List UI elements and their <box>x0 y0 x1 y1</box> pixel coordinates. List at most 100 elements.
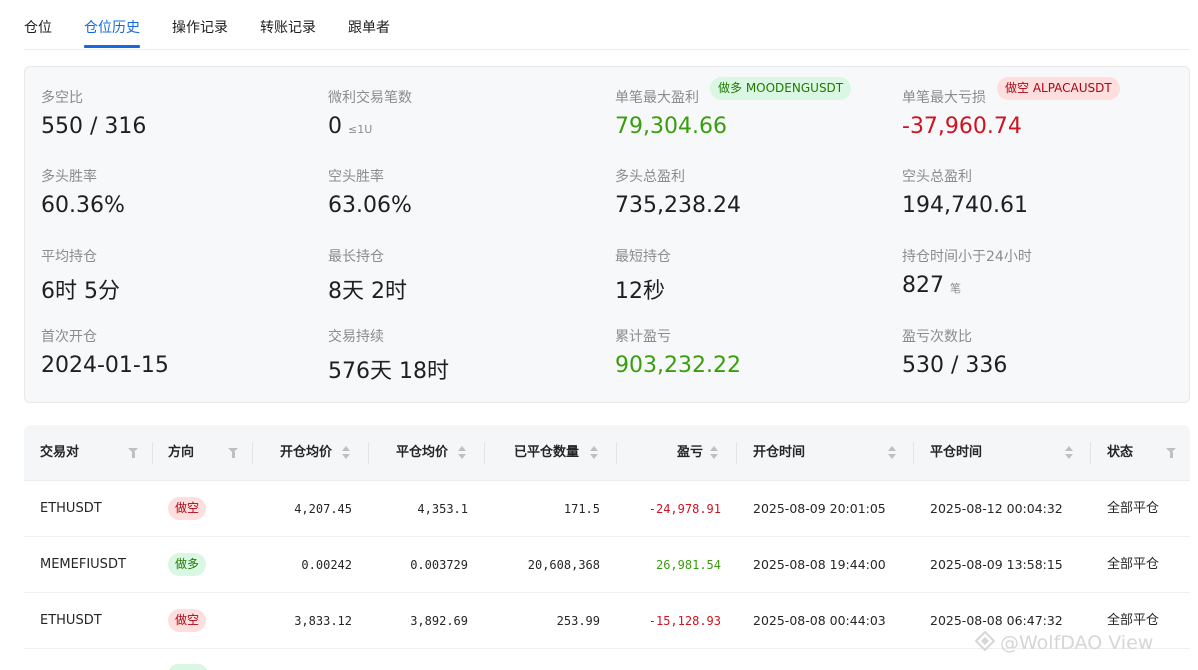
watermark-logo-icon <box>974 630 996 657</box>
table-row[interactable]: MEMEFIUSDT 做多 0.00242 0.003729 20,608,36… <box>24 537 1190 593</box>
stat-label: 累计盈亏 <box>615 329 671 345</box>
column-header-direction[interactable]: 方向 <box>168 425 194 481</box>
column-header-status[interactable]: 状态 <box>1107 425 1133 481</box>
column-header-close-avg[interactable]: 平仓均价 <box>396 425 448 481</box>
active-tab-indicator <box>84 45 140 48</box>
stat-label: 交易持续 <box>328 329 384 345</box>
column-header-closed-qty[interactable]: 已平仓数量 <box>514 425 579 481</box>
stat-number: 0 <box>328 114 342 139</box>
cell-close-time: 2025-08-12 00:04:32 <box>930 501 1063 516</box>
column-divider <box>368 442 369 464</box>
tab-followers[interactable]: 跟单者 <box>348 17 390 37</box>
column-header-close-time[interactable]: 平仓时间 <box>930 425 982 481</box>
stat-suffix: ≤1U <box>348 123 373 136</box>
column-header-pnl[interactable]: 盈亏 <box>677 425 703 481</box>
column-header-open-time[interactable]: 开仓时间 <box>753 425 805 481</box>
sort-icon[interactable] <box>888 446 896 460</box>
stat-label: 单笔最大亏损 <box>902 90 986 106</box>
cell-close-avg: 3,892.69 <box>410 614 468 628</box>
stat-value: 2024-01-15 <box>41 353 169 378</box>
filter-icon[interactable] <box>228 448 239 458</box>
stat-suffix: 笔 <box>950 282 961 295</box>
cell-close-avg: 0.003729 <box>410 558 468 572</box>
cell-closed-qty: 253.99 <box>556 614 600 628</box>
stat-label: 首次开仓 <box>41 329 97 345</box>
stat-value: 530 / 336 <box>902 353 1008 378</box>
column-divider <box>1090 442 1091 464</box>
column-divider <box>152 442 153 464</box>
column-divider <box>736 442 737 464</box>
column-divider <box>616 442 617 464</box>
stat-value: 8天 2时 <box>328 279 407 304</box>
cell-pnl: 26,981.54 <box>655 558 721 572</box>
cell-pnl: -24,978.91 <box>648 502 721 516</box>
stat-label: 最长持仓 <box>328 249 384 265</box>
column-divider <box>913 442 914 464</box>
stat-value: 194,740.61 <box>902 193 1028 218</box>
stat-value: 550 / 316 <box>41 114 147 139</box>
max-loss-tag: 做空 ALPACAUSDT <box>997 77 1120 100</box>
direction-tag: 做空 <box>168 497 207 520</box>
direction-tag-partial <box>168 664 208 670</box>
cell-open-time: 2025-08-09 20:01:05 <box>753 501 886 516</box>
sort-icon[interactable] <box>1065 446 1073 460</box>
cell-pair: ETHUSDT <box>40 501 102 516</box>
stat-value: 0 ≤1U <box>328 114 372 139</box>
stat-label: 微利交易笔数 <box>328 90 412 106</box>
sort-icon[interactable] <box>342 446 350 460</box>
max-profit-tag: 做多 MOODENGUSDT <box>710 77 852 100</box>
stat-label: 多头总盈利 <box>615 169 685 185</box>
stat-label: 单笔最大盈利 <box>615 90 699 106</box>
stat-value: 735,238.24 <box>615 193 741 218</box>
cell-open-avg: 0.00242 <box>301 558 352 572</box>
cell-pair: MEMEFIUSDT <box>40 557 126 572</box>
cell-status: 全部平仓 <box>1107 557 1160 572</box>
tab-bar: 仓位 仓位历史 操作记录 转账记录 跟单者 <box>24 0 1190 50</box>
table-row[interactable]: ETHUSDT 做空 4,207.45 4,353.1 171.5 -24,97… <box>24 481 1190 537</box>
stat-value: 576天 18时 <box>328 359 449 384</box>
stat-label: 空头胜率 <box>328 169 384 185</box>
cell-open-avg: 4,207.45 <box>294 502 352 516</box>
tab-position-history[interactable]: 仓位历史 <box>84 17 140 37</box>
stat-label: 持仓时间小于24小时 <box>902 249 1032 265</box>
sort-icon[interactable] <box>458 446 466 460</box>
cell-open-time: 2025-08-08 00:44:03 <box>753 613 886 628</box>
stat-value: 63.06% <box>328 193 412 218</box>
watermark-text: @WolfDAO View <box>1000 632 1154 654</box>
cell-close-avg: 4,353.1 <box>417 502 468 516</box>
stat-label: 多头胜率 <box>41 169 97 185</box>
stats-panel: 多空比 550 / 316 微利交易笔数 0 ≤1U 单笔最大盈利 做多 MOOD… <box>24 66 1190 403</box>
direction-tag: 做空 <box>168 609 207 632</box>
cell-pnl: -15,128.93 <box>648 614 721 628</box>
stat-label: 多空比 <box>41 90 83 106</box>
sort-icon[interactable] <box>590 446 598 460</box>
cell-pair: ETHUSDT <box>40 613 102 628</box>
filter-icon[interactable] <box>1166 448 1177 458</box>
watermark: @WolfDAO View <box>974 630 1153 657</box>
stat-label: 空头总盈利 <box>902 169 972 185</box>
direction-tag: 做多 <box>168 553 207 576</box>
cell-close-time: 2025-08-09 13:58:15 <box>930 557 1063 572</box>
column-header-open-avg[interactable]: 开仓均价 <box>280 425 332 481</box>
cell-open-time: 2025-08-08 19:44:00 <box>753 557 886 572</box>
stat-label: 最短持仓 <box>615 249 671 265</box>
stat-value: 60.36% <box>41 193 125 218</box>
tab-positions[interactable]: 仓位 <box>24 17 52 37</box>
column-header-pair[interactable]: 交易对 <box>40 425 79 481</box>
stat-value: 12秒 <box>615 279 665 304</box>
filter-icon[interactable] <box>128 448 139 458</box>
stat-value: -37,960.74 <box>902 114 1022 139</box>
stat-value: 6时 5分 <box>41 279 120 304</box>
tab-transfer-records[interactable]: 转账记录 <box>260 17 316 37</box>
sort-icon[interactable] <box>710 446 718 460</box>
stat-label: 盈亏次数比 <box>902 329 972 345</box>
stat-number: 827 <box>902 273 944 298</box>
tab-operation-records[interactable]: 操作记录 <box>172 17 228 37</box>
stat-value: 903,232.22 <box>615 353 741 378</box>
stat-value: 827 笔 <box>902 273 961 298</box>
table-header: 交易对 方向 开仓均价 平仓均价 已平仓数量 盈亏 开仓时间 平仓时间 状态 <box>24 425 1190 481</box>
cell-status: 全部平仓 <box>1107 501 1160 516</box>
column-divider <box>484 442 485 464</box>
position-history-table: 交易对 方向 开仓均价 平仓均价 已平仓数量 盈亏 开仓时间 平仓时间 状态 E… <box>24 425 1190 649</box>
cell-open-avg: 3,833.12 <box>294 614 352 628</box>
